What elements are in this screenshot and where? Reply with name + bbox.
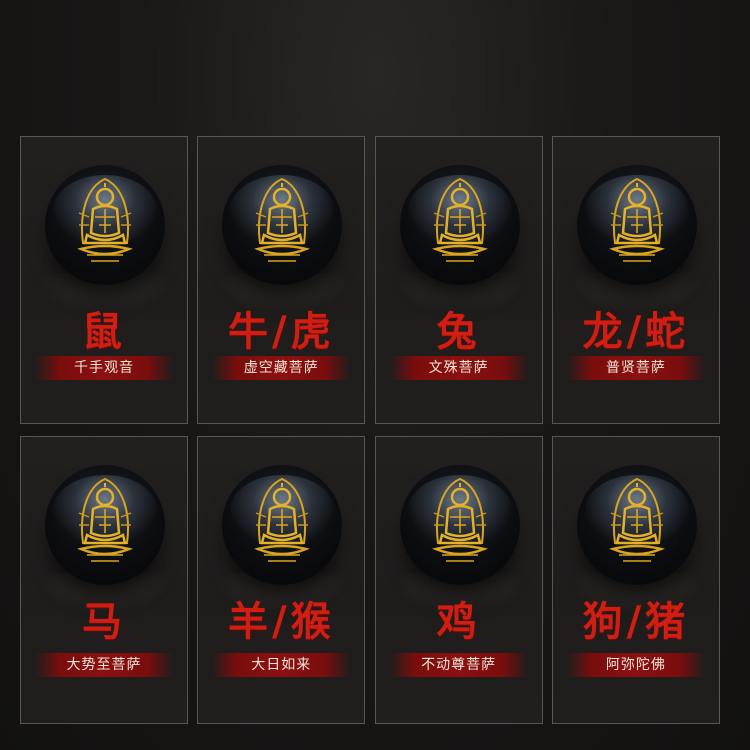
deity-name: 大势至菩萨 [35,653,173,677]
obsidian-bead [45,465,165,585]
zodiac-sign: 狗/猪 [582,598,690,645]
deity-name: 不动尊菩萨 [389,653,528,677]
obsidian-bead [222,165,343,285]
obsidian-bead [399,165,520,285]
zodiac-sign: 龙/蛇 [582,308,690,355]
zodiac-card-goat-monkey[interactable]: 羊/猴 大日如来 [197,436,366,724]
zodiac-sign: 马 [82,598,126,645]
zodiac-sign: 鸡 [436,598,481,645]
buddha-figure-icon [77,477,133,563]
zodiac-card-rat[interactable]: 鼠 千手观音 [20,136,188,424]
zodiac-card-dog-pig[interactable]: 狗/猪 阿弥陀佛 [551,436,720,724]
deity-name: 文殊菩萨 [389,356,528,380]
zodiac-card-rabbit[interactable]: 兔 文殊菩萨 [374,136,543,424]
obsidian-bead [576,165,697,285]
buddha-figure-icon [77,177,133,263]
buddha-figure-icon [609,177,665,263]
deity-name: 千手观音 [35,356,173,380]
zodiac-card-dragon-snake[interactable]: 龙/蛇 普贤菩萨 [551,136,720,424]
zodiac-sign: 牛/虎 [227,308,335,355]
zodiac-grid: 鼠 千手观音 牛/虎 虚空藏菩萨 兔 文殊菩萨 龙/蛇 普贤菩萨 马 大势至菩萨 [20,136,730,732]
zodiac-sign: 羊/猴 [227,598,335,645]
obsidian-bead [576,465,697,585]
zodiac-card-ox-tiger[interactable]: 牛/虎 虚空藏菩萨 [197,136,366,424]
obsidian-bead [399,465,520,585]
obsidian-bead [45,165,165,285]
zodiac-sign: 兔 [436,308,481,355]
buddha-figure-icon [255,477,310,563]
deity-name: 大日如来 [212,653,351,677]
zodiac-card-horse[interactable]: 马 大势至菩萨 [20,436,188,724]
zodiac-sign: 鼠 [82,308,126,355]
buddha-figure-icon [255,177,310,263]
buddha-figure-icon [432,177,487,263]
deity-name: 阿弥陀佛 [566,653,705,677]
buddha-figure-icon [609,477,665,563]
obsidian-bead [222,465,343,585]
zodiac-card-rooster[interactable]: 鸡 不动尊菩萨 [374,436,543,724]
deity-name: 虚空藏菩萨 [212,356,351,380]
buddha-figure-icon [432,477,487,563]
deity-name: 普贤菩萨 [566,356,705,380]
